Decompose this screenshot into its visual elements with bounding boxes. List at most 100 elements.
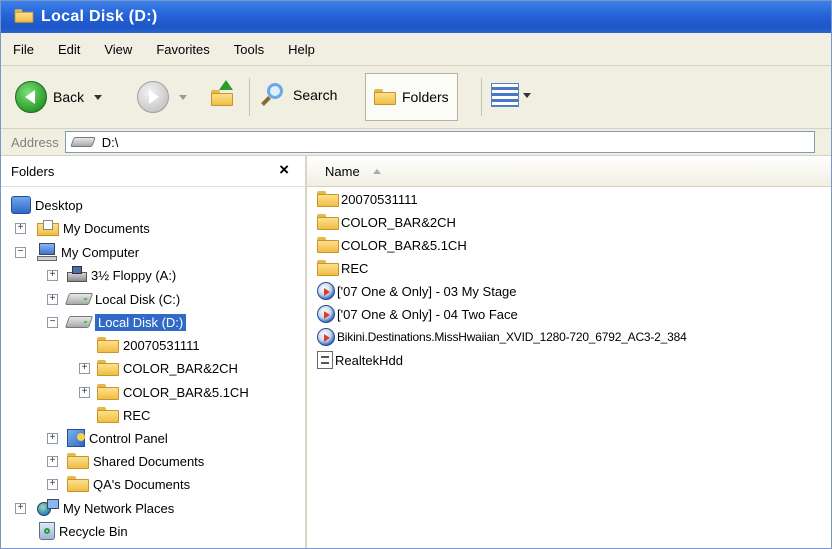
tree-item-label: COLOR_BAR&2CH	[123, 360, 238, 376]
menu-favorites[interactable]: Favorites	[154, 40, 211, 59]
expand-icon[interactable]: +	[79, 363, 90, 374]
folder-icon	[97, 384, 119, 400]
address-bar: Address D:\	[1, 129, 831, 156]
expand-icon[interactable]: +	[15, 223, 26, 234]
column-name-label: Name	[325, 164, 360, 179]
tree-item-label: Local Disk (D:)	[95, 313, 187, 331]
tree-item-label: My Computer	[61, 244, 140, 260]
sort-ascending-icon	[373, 169, 381, 174]
tree-item-my-network-places[interactable]: My Network Places	[37, 497, 174, 519]
address-label: Address	[11, 134, 59, 150]
folder-icon	[317, 214, 339, 230]
network-icon	[37, 499, 59, 517]
back-button[interactable]: Back	[15, 81, 103, 113]
column-header-name[interactable]: Name	[307, 156, 831, 187]
file-item[interactable]: 20070531111	[317, 188, 418, 210]
file-name: ['07 One & Only] - 03 My Stage	[337, 283, 517, 299]
search-icon	[259, 80, 289, 110]
file-item[interactable]: REC	[317, 257, 368, 279]
tree-item-label: Shared Documents	[93, 453, 205, 469]
recycle-bin-icon	[39, 522, 55, 540]
desktop-icon	[11, 196, 31, 214]
address-value: D:\	[101, 134, 119, 150]
folder-icon	[67, 453, 89, 469]
tree-item-folder-20070531111[interactable]: 20070531111	[97, 334, 200, 356]
file-item[interactable]: Bikini.Destinations.MissHwaiian_XVID_128…	[317, 326, 687, 348]
tree-item-my-documents[interactable]: My Documents	[37, 217, 150, 239]
tree-item-label: COLOR_BAR&5.1CH	[123, 384, 249, 400]
computer-icon	[37, 243, 57, 261]
file-item[interactable]: ['07 One & Only] - 04 Two Face	[317, 303, 518, 325]
drive-icon	[64, 316, 94, 328]
title-bar[interactable]: Local Disk (D:)	[1, 1, 831, 33]
folder-open-icon	[13, 8, 35, 26]
tree-item-label: QA's Documents	[93, 476, 191, 492]
toolbar: Back Search Folders	[1, 66, 831, 129]
folders-pane: Folders × Desktop + My Documents − My Co…	[1, 156, 307, 548]
tree-item-desktop[interactable]: Desktop	[11, 194, 83, 216]
tree-item-folder-rec[interactable]: REC	[97, 404, 150, 426]
menu-help[interactable]: Help	[286, 40, 317, 59]
tree-item-my-computer[interactable]: My Computer	[37, 241, 139, 263]
forward-dropdown-icon[interactable]	[179, 94, 187, 100]
menu-tools[interactable]: Tools	[232, 40, 266, 59]
address-field[interactable]: D:\	[64, 131, 815, 153]
folders-icon	[374, 89, 396, 105]
search-button[interactable]: Search	[259, 80, 337, 110]
expand-icon[interactable]: +	[47, 456, 58, 467]
file-item[interactable]: COLOR_BAR&2CH	[317, 211, 456, 233]
folders-button[interactable]: Folders	[365, 73, 458, 121]
file-name: RealtekHdd	[335, 352, 403, 368]
collapse-icon[interactable]: −	[15, 247, 26, 258]
back-dropdown-icon[interactable]	[94, 94, 103, 100]
tree-item-folder-color-bar-2ch[interactable]: COLOR_BAR&2CH	[97, 357, 238, 379]
expand-icon[interactable]: +	[15, 503, 26, 514]
media-file-icon	[317, 328, 335, 346]
tree-item-label: 20070531111	[123, 337, 200, 353]
expand-icon[interactable]: +	[79, 387, 90, 398]
tree-item-recycle-bin[interactable]: Recycle Bin	[39, 520, 128, 542]
file-name: 20070531111	[341, 191, 418, 207]
expand-icon[interactable]: +	[47, 433, 58, 444]
forward-button[interactable]	[137, 81, 187, 113]
menu-bar: File Edit View Favorites Tools Help	[1, 33, 831, 66]
views-button[interactable]	[491, 83, 531, 107]
back-label: Back	[53, 89, 85, 105]
tree-item-shared-documents[interactable]: Shared Documents	[67, 450, 204, 472]
menu-view[interactable]: View	[102, 40, 134, 59]
search-label: Search	[293, 87, 338, 103]
tree-item-label: My Network Places	[63, 500, 175, 516]
folder-icon	[317, 260, 339, 276]
views-icon	[491, 83, 519, 107]
collapse-icon[interactable]: −	[47, 317, 58, 328]
tree-item-label: My Documents	[63, 220, 150, 236]
tree-item-floppy[interactable]: 3½ Floppy (A:)	[67, 264, 176, 286]
explorer-window: Local Disk (D:) File Edit View Favorites…	[0, 0, 832, 549]
tree-item-control-panel[interactable]: Control Panel	[67, 427, 168, 449]
views-dropdown-icon[interactable]	[523, 92, 531, 98]
documents-icon	[37, 220, 59, 236]
expand-icon[interactable]: +	[47, 479, 58, 490]
floppy-icon	[67, 266, 87, 284]
file-name: COLOR_BAR&5.1CH	[341, 237, 467, 253]
file-name: COLOR_BAR&2CH	[341, 214, 456, 230]
expand-icon[interactable]: +	[47, 270, 58, 281]
file-item[interactable]: RealtekHdd	[317, 349, 403, 371]
tree-item-local-disk-d[interactable]: Local Disk (D:)	[64, 311, 187, 333]
tree-item-qa-documents[interactable]: QA's Documents	[67, 473, 190, 495]
menu-file[interactable]: File	[11, 40, 36, 59]
menu-edit[interactable]: Edit	[56, 40, 82, 59]
up-folder-button[interactable]	[207, 80, 237, 110]
file-item[interactable]: COLOR_BAR&5.1CH	[317, 234, 467, 256]
tree-item-local-disk-c[interactable]: Local Disk (C:)	[64, 288, 180, 310]
folder-icon	[67, 476, 89, 492]
file-list-pane: Name 20070531111 COLOR_BAR&2CH COLOR_BAR…	[307, 156, 831, 548]
media-file-icon	[317, 282, 335, 300]
close-icon[interactable]: ×	[279, 160, 289, 180]
media-file-icon	[317, 305, 335, 323]
back-arrow-icon	[15, 81, 47, 113]
expand-icon[interactable]: +	[47, 294, 58, 305]
folder-icon	[317, 191, 339, 207]
file-item[interactable]: ['07 One & Only] - 03 My Stage	[317, 280, 517, 302]
tree-item-folder-color-bar-51ch[interactable]: COLOR_BAR&5.1CH	[97, 381, 249, 403]
